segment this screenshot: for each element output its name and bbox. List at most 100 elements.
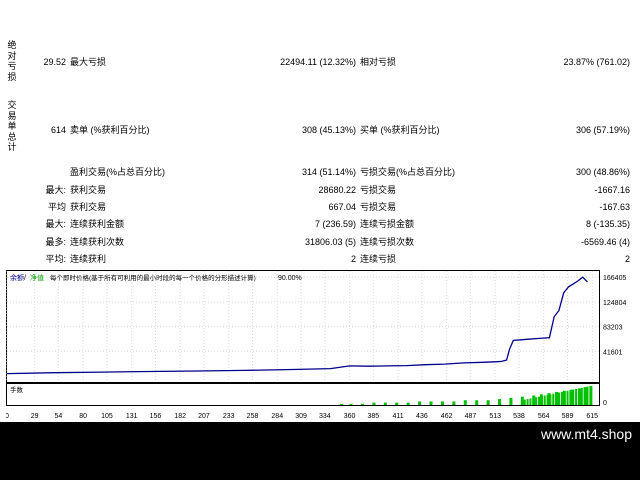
x-tick-label: 385 (368, 413, 380, 420)
maximal-consecutive-profit-value: 31806.03 (5) (304, 237, 356, 247)
largest-label: 最大: (45, 185, 66, 195)
maximal-consecutive-loss-value: -6569.46 (4) (580, 237, 630, 247)
x-tick-label: 105 (101, 413, 113, 420)
x-tick-label: 207 (198, 413, 210, 420)
volume-bar (429, 401, 433, 405)
volume-bar (560, 391, 563, 405)
average-consecutive-losses-label: 连续亏损 (360, 254, 397, 264)
volume-bar (406, 402, 410, 405)
max-loss-value: 22494.11 (12.32%) (280, 57, 356, 67)
x-tick-label: 80 (79, 413, 87, 420)
maximal-consecutive-profit-label: 连续获利次数 (70, 237, 125, 247)
x-tick-label: 258 (247, 413, 259, 420)
maximal-consecutive-loss-label: 连续亏损次数 (360, 237, 415, 247)
modelling-quality: 90.00% (278, 275, 302, 282)
volume-bar (418, 401, 422, 405)
volume-bar (452, 401, 456, 405)
volume-bar (440, 401, 444, 405)
average-consecutive-wins-label: 连续获利 (70, 254, 107, 264)
volume-bar (546, 394, 549, 405)
legend-separator: / (24, 275, 26, 282)
footer-bar: www.mt4.shop (0, 422, 640, 480)
x-tick-label: 131 (126, 413, 138, 420)
volume-bar (563, 391, 566, 405)
x-tick-label: 182 (174, 413, 186, 420)
x-tick-label: 0 (6, 413, 9, 420)
buy-orders-value: 306 (57.19%) (575, 125, 630, 135)
x-tick-labels: 0 29 54 80 105 131 156 182 207 233 258 284 309 334 360… (5, 413, 598, 420)
volume-bar (569, 390, 572, 405)
largest-profit-label: 获利交易 (70, 185, 107, 195)
x-tick-label: 615 (586, 413, 598, 420)
average-loss-value: -167.63 (599, 202, 630, 212)
average-consecutive-label: 平均: (45, 254, 66, 264)
x-tick-label: 309 (295, 413, 307, 420)
x-tick-label: 233 (223, 413, 235, 420)
balance-chart-svg: 166405 124804 83203 41601 0 0 29 54 80 105 131 156… (5, 270, 626, 420)
profit-trades-value: 314 (51.14%) (301, 167, 356, 177)
relative-loss-label: 相对亏损 (360, 57, 397, 67)
max-consecutive-wins-value: 7 (236.59) (314, 219, 356, 229)
volume-bar (529, 398, 532, 405)
volume-bar (555, 393, 558, 405)
volume-bar (566, 390, 569, 405)
x-tick-label: 538 (513, 413, 525, 420)
volume-bar (475, 400, 479, 405)
balance-legend: 余额 (10, 273, 24, 282)
volume-bar (520, 400, 523, 405)
largest-loss-label: 亏损交易 (360, 185, 397, 195)
volume-bar (486, 400, 490, 405)
loss-trades-value: 300 (48.86%) (575, 167, 630, 177)
y-tick-label: 0 (603, 400, 607, 407)
y-tick-label: 41601 (603, 349, 623, 356)
x-tick-label: 487 (465, 413, 477, 420)
volume-bar (543, 395, 546, 405)
volume-bar (549, 394, 552, 405)
volume-bar (577, 388, 580, 405)
balance-chart: 166405 124804 83203 41601 0 0 29 54 80 105 131 156… (5, 270, 634, 422)
average-consecutive-losses-value: 2 (624, 254, 630, 264)
average-loss-label: 亏损交易 (360, 202, 397, 212)
volume-bar (395, 402, 399, 405)
volume-bar (540, 396, 543, 405)
y-tick-label: 166405 (603, 275, 626, 282)
volume-bar (349, 403, 353, 405)
largest-loss-value: -1667.16 (594, 185, 630, 195)
absolute-loss-side-label: 绝对亏损 (7, 40, 17, 82)
max-consecutive-wins-label: 连续获利金额 (70, 219, 125, 229)
volume-bar (523, 399, 526, 405)
x-tick-label: 436 (416, 413, 428, 420)
volume-bar (575, 388, 578, 405)
max-loss-label: 最大亏损 (70, 57, 107, 67)
volume-bar (463, 400, 467, 405)
profit-trades-label: 盈利交易(%占总百分比) (70, 167, 165, 177)
x-tick-label: 589 (562, 413, 574, 420)
volume-bar (383, 402, 387, 405)
max-consecutive-label: 最大: (45, 219, 66, 229)
x-tick-label: 284 (271, 413, 283, 420)
x-tick-label: 360 (344, 413, 356, 420)
average-consecutive-wins-value: 2 (350, 254, 356, 264)
volume-bar (557, 392, 560, 405)
y-tick-label: 83203 (603, 325, 623, 332)
volume-bar (535, 397, 538, 405)
x-tick-label: 29 (31, 413, 39, 420)
volume-bar (580, 387, 583, 405)
loss-trades-label: 亏损交易(%占总百分比) (360, 167, 455, 177)
modelling-description: 每个即时价格(基于所有可利用的最小时段的每一个价格的分形描述计算) (50, 273, 256, 282)
volume-bar (552, 393, 555, 405)
volume-bar (572, 389, 575, 405)
y-tick-labels: 166405 124804 83203 41601 0 (603, 275, 626, 407)
x-tick-label: 513 (489, 413, 501, 420)
volume-bar (532, 397, 535, 405)
volume-bar (509, 397, 513, 405)
x-tick-label: 156 (150, 413, 162, 420)
volume-bar (526, 399, 529, 405)
relative-loss-value: 23.87% (761.02) (563, 57, 630, 67)
average-label: 平均 (47, 202, 66, 212)
x-tick-label: 334 (319, 413, 331, 420)
x-tick-label: 54 (54, 413, 62, 420)
volume-bar (361, 403, 364, 405)
x-tick-label: 564 (538, 413, 550, 420)
equity-legend: 净值 (30, 273, 44, 282)
